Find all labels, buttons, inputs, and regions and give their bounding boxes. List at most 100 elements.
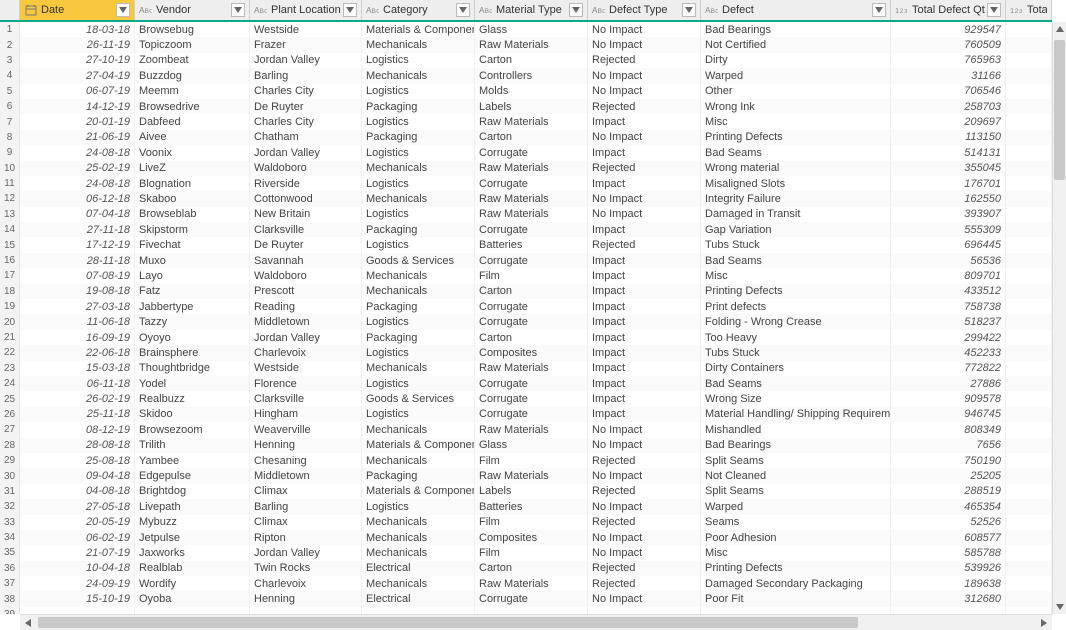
- row-number[interactable]: 34: [0, 530, 20, 545]
- cell-deftype[interactable]: Impact: [588, 345, 701, 360]
- cell-defect[interactable]: Misc: [701, 545, 891, 560]
- table-row[interactable]: 1025-02-19LiveZWaldoboroMechanicalsRaw M…: [0, 161, 1052, 176]
- cell-defect[interactable]: Folding - Wrong Crease: [701, 314, 891, 329]
- scroll-thumb[interactable]: [1054, 40, 1065, 180]
- cell-vendor[interactable]: Skidoo: [135, 407, 250, 422]
- row-number[interactable]: 13: [0, 207, 20, 222]
- cell-qty[interactable]: 808349: [891, 422, 1006, 437]
- cell-vendor[interactable]: Topiczoom: [135, 37, 250, 52]
- cell-qty[interactable]: 52526: [891, 515, 1006, 530]
- cell-plant[interactable]: Henning: [250, 591, 362, 606]
- cell-cat[interactable]: Packaging: [362, 468, 475, 483]
- cell-mat[interactable]: Film: [475, 268, 588, 283]
- cell-cat[interactable]: Electrical: [362, 591, 475, 606]
- row-number[interactable]: 17: [0, 268, 20, 283]
- cell-qty[interactable]: 31166: [891, 68, 1006, 83]
- cell-date[interactable]: 28-11-18: [20, 253, 135, 268]
- cell-defect[interactable]: Gap Variation: [701, 222, 891, 237]
- cell-date[interactable]: 06-02-19: [20, 530, 135, 545]
- cell-qty[interactable]: 189638: [891, 576, 1006, 591]
- cell-mat[interactable]: Labels: [475, 484, 588, 499]
- cell-deftype[interactable]: No Impact: [588, 468, 701, 483]
- cell-date[interactable]: 27-05-18: [20, 499, 135, 514]
- cell-plant[interactable]: Jordan Valley: [250, 53, 362, 68]
- cell-mat[interactable]: Carton: [475, 130, 588, 145]
- cell-plant[interactable]: Savannah: [250, 253, 362, 268]
- filter-dropdown-icon[interactable]: [456, 3, 470, 17]
- filter-dropdown-icon[interactable]: [682, 3, 696, 17]
- cell-cat[interactable]: Packaging: [362, 99, 475, 114]
- table-row[interactable]: 614-12-19BrowsedriveDe RuyterPackagingLa…: [0, 99, 1052, 114]
- cell-deftype[interactable]: No Impact: [588, 591, 701, 606]
- cell-vendor[interactable]: LiveZ: [135, 161, 250, 176]
- row-number[interactable]: 24: [0, 376, 20, 391]
- table-row[interactable]: 2708-12-19BrowsezoomWeavervilleMechanica…: [0, 422, 1052, 437]
- col-header-dov[interactable]: 123 Total Dov: [1006, 0, 1052, 20]
- cell-cat[interactable]: Logistics: [362, 176, 475, 191]
- cell-mat[interactable]: Corrugate: [475, 253, 588, 268]
- cell-dov[interactable]: [1006, 345, 1052, 360]
- cell-deftype[interactable]: No Impact: [588, 207, 701, 222]
- cell-cat[interactable]: Mechanicals: [362, 515, 475, 530]
- cell-plant[interactable]: Charlevoix: [250, 345, 362, 360]
- table-row[interactable]: 1628-11-18MuxoSavannahGoods & ServicesCo…: [0, 253, 1052, 268]
- cell-vendor[interactable]: Yambee: [135, 453, 250, 468]
- cell-plant[interactable]: Florence: [250, 376, 362, 391]
- cell-date[interactable]: 08-12-19: [20, 422, 135, 437]
- cell-deftype[interactable]: Impact: [588, 299, 701, 314]
- cell-date[interactable]: 24-09-19: [20, 576, 135, 591]
- cell-qty[interactable]: 706546: [891, 84, 1006, 99]
- cell-defect[interactable]: Misaligned Slots: [701, 176, 891, 191]
- cell-vendor[interactable]: Thoughtbridge: [135, 361, 250, 376]
- table-row[interactable]: 2406-11-18YodelFlorenceLogisticsCorrugat…: [0, 376, 1052, 391]
- filter-dropdown-icon[interactable]: [569, 3, 583, 17]
- cell-vendor[interactable]: Oyoba: [135, 591, 250, 606]
- cell-cat[interactable]: Goods & Services: [362, 391, 475, 406]
- cell-deftype[interactable]: Impact: [588, 176, 701, 191]
- cell-date[interactable]: 19-08-18: [20, 284, 135, 299]
- cell-vendor[interactable]: Jetpulse: [135, 530, 250, 545]
- cell-plant[interactable]: Clarksville: [250, 222, 362, 237]
- cell-dov[interactable]: [1006, 145, 1052, 160]
- cell-qty[interactable]: 909578: [891, 391, 1006, 406]
- cell-plant[interactable]: Hingham: [250, 407, 362, 422]
- table-row[interactable]: 2925-08-18YambeeChesaningMechanicalsFilm…: [0, 453, 1052, 468]
- cell-qty[interactable]: 465354: [891, 499, 1006, 514]
- cell-qty[interactable]: 258703: [891, 99, 1006, 114]
- cell-plant[interactable]: Climax: [250, 484, 362, 499]
- cell-date[interactable]: 09-04-18: [20, 468, 135, 483]
- cell-cat[interactable]: Logistics: [362, 53, 475, 68]
- cell-mat[interactable]: Batteries: [475, 499, 588, 514]
- cell-defect[interactable]: Misc: [701, 268, 891, 283]
- cell-vendor[interactable]: Mybuzz: [135, 515, 250, 530]
- row-number[interactable]: 26: [0, 407, 20, 422]
- row-number[interactable]: 31: [0, 484, 20, 499]
- table-row[interactable]: 1517-12-19FivechatDe RuyterLogisticsBatt…: [0, 237, 1052, 252]
- cell-qty[interactable]: 393907: [891, 207, 1006, 222]
- cell-cat[interactable]: Electrical: [362, 561, 475, 576]
- table-row[interactable]: 3104-08-18BrightdogClimaxMaterials & Com…: [0, 484, 1052, 499]
- table-row[interactable]: 327-10-19ZoombeatJordan ValleyLogisticsC…: [0, 53, 1052, 68]
- cell-cat[interactable]: Logistics: [362, 407, 475, 422]
- cell-defect[interactable]: Bad Seams: [701, 253, 891, 268]
- cell-defect[interactable]: Poor Fit: [701, 591, 891, 606]
- cell-cat[interactable]: Logistics: [362, 376, 475, 391]
- cell-defect[interactable]: Not Certified: [701, 37, 891, 52]
- cell-deftype[interactable]: No Impact: [588, 422, 701, 437]
- cell-mat[interactable]: Carton: [475, 284, 588, 299]
- cell-qty[interactable]: 772822: [891, 361, 1006, 376]
- cell-date[interactable]: 17-12-19: [20, 237, 135, 252]
- table-row[interactable]: 3320-05-19MybuzzClimaxMechanicalsFilmRej…: [0, 515, 1052, 530]
- cell-deftype[interactable]: Rejected: [588, 515, 701, 530]
- cell-qty[interactable]: 162550: [891, 191, 1006, 206]
- cell-qty[interactable]: 113150: [891, 130, 1006, 145]
- cell-cat[interactable]: Logistics: [362, 84, 475, 99]
- cell-cat[interactable]: Mechanicals: [362, 545, 475, 560]
- cell-deftype[interactable]: Rejected: [588, 53, 701, 68]
- cell-qty[interactable]: 608577: [891, 530, 1006, 545]
- cell-deftype[interactable]: No Impact: [588, 191, 701, 206]
- cell-plant[interactable]: Weaverville: [250, 422, 362, 437]
- cell-dov[interactable]: [1006, 376, 1052, 391]
- cell-cat[interactable]: Packaging: [362, 299, 475, 314]
- col-header-category[interactable]: ABC Category: [362, 0, 475, 20]
